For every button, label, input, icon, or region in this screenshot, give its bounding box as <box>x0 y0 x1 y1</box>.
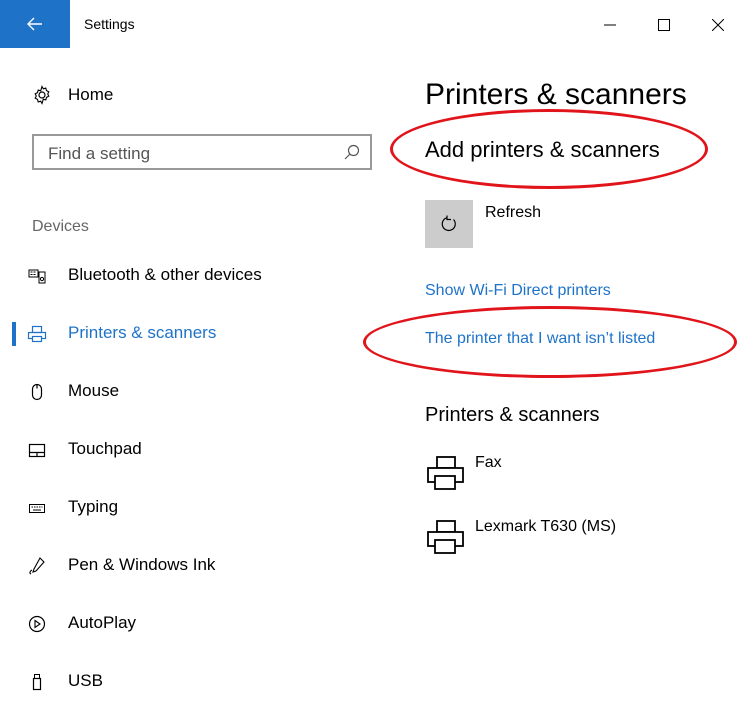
autoplay-icon <box>26 613 48 635</box>
sidebar-home[interactable]: Home <box>32 82 113 108</box>
maximize-icon <box>658 19 670 31</box>
minimize-button[interactable] <box>590 10 630 40</box>
back-button[interactable] <box>0 0 70 48</box>
touchpad-icon <box>26 439 48 461</box>
sidebar-item-touchpad[interactable]: Touchpad <box>0 429 392 469</box>
window-title: Settings <box>84 16 135 32</box>
sidebar: Home Devices Bluetooth & other devices <box>0 48 392 715</box>
sidebar-item-label: USB <box>68 671 103 690</box>
bluetooth-devices-icon <box>26 265 48 287</box>
printer-icon <box>26 323 48 345</box>
sidebar-item-bluetooth[interactable]: Bluetooth & other devices <box>0 255 392 295</box>
page-title: Printers & scanners <box>425 78 687 111</box>
printer-icon <box>427 456 464 490</box>
gear-icon <box>34 85 50 105</box>
minimize-icon <box>604 24 616 26</box>
sidebar-item-pen[interactable]: Pen & Windows Ink <box>0 545 392 585</box>
search-icon[interactable] <box>344 144 360 160</box>
usb-icon <box>26 671 48 693</box>
sidebar-item-label: AutoPlay <box>68 613 137 632</box>
sidebar-item-mouse[interactable]: Mouse <box>0 371 392 411</box>
device-item-fax[interactable]: Fax <box>425 454 745 498</box>
printer-icon <box>427 520 464 554</box>
sidebar-item-label: Pen & Windows Ink <box>68 555 216 574</box>
refresh-label: Refresh <box>485 204 542 221</box>
printer-not-listed-link[interactable]: The printer that I want isn’t listed <box>425 330 655 348</box>
title-bar: Settings <box>0 0 752 48</box>
sidebar-item-label: Touchpad <box>68 439 142 458</box>
show-wifi-direct-link[interactable]: Show Wi-Fi Direct printers <box>425 282 611 300</box>
keyboard-icon <box>26 497 48 519</box>
maximize-button[interactable] <box>644 10 684 40</box>
refresh-icon <box>441 215 456 232</box>
main-content: Printers & scanners Add printers & scann… <box>392 48 752 715</box>
device-item-lexmark[interactable]: Lexmark T630 (MS) <box>425 518 745 562</box>
sidebar-item-label: Bluetooth & other devices <box>68 265 262 284</box>
close-icon <box>712 19 724 31</box>
devices-heading: Printers & scanners <box>425 404 600 426</box>
sidebar-item-autoplay[interactable]: AutoPlay <box>0 603 392 643</box>
sidebar-item-typing[interactable]: Typing <box>0 487 392 527</box>
search-input[interactable] <box>46 142 340 166</box>
sidebar-item-printers[interactable]: Printers & scanners <box>0 313 392 353</box>
refresh-button[interactable] <box>425 200 473 248</box>
add-printers-heading: Add printers & scanners <box>425 137 660 162</box>
pen-icon <box>26 555 48 577</box>
search-box[interactable] <box>32 134 372 170</box>
device-name: Fax <box>475 454 502 471</box>
close-button[interactable] <box>698 10 738 40</box>
sidebar-item-label: Mouse <box>68 381 120 400</box>
devices-section-label: Devices <box>32 218 89 235</box>
device-name: Lexmark T630 (MS) <box>475 518 617 535</box>
sidebar-item-usb[interactable]: USB <box>0 661 392 701</box>
back-arrow-icon <box>27 17 42 31</box>
sidebar-item-label: Typing <box>68 497 119 516</box>
selection-indicator <box>12 322 16 346</box>
mouse-icon <box>26 381 48 403</box>
home-label: Home <box>68 85 114 104</box>
sidebar-item-label: Printers & scanners <box>68 323 217 342</box>
